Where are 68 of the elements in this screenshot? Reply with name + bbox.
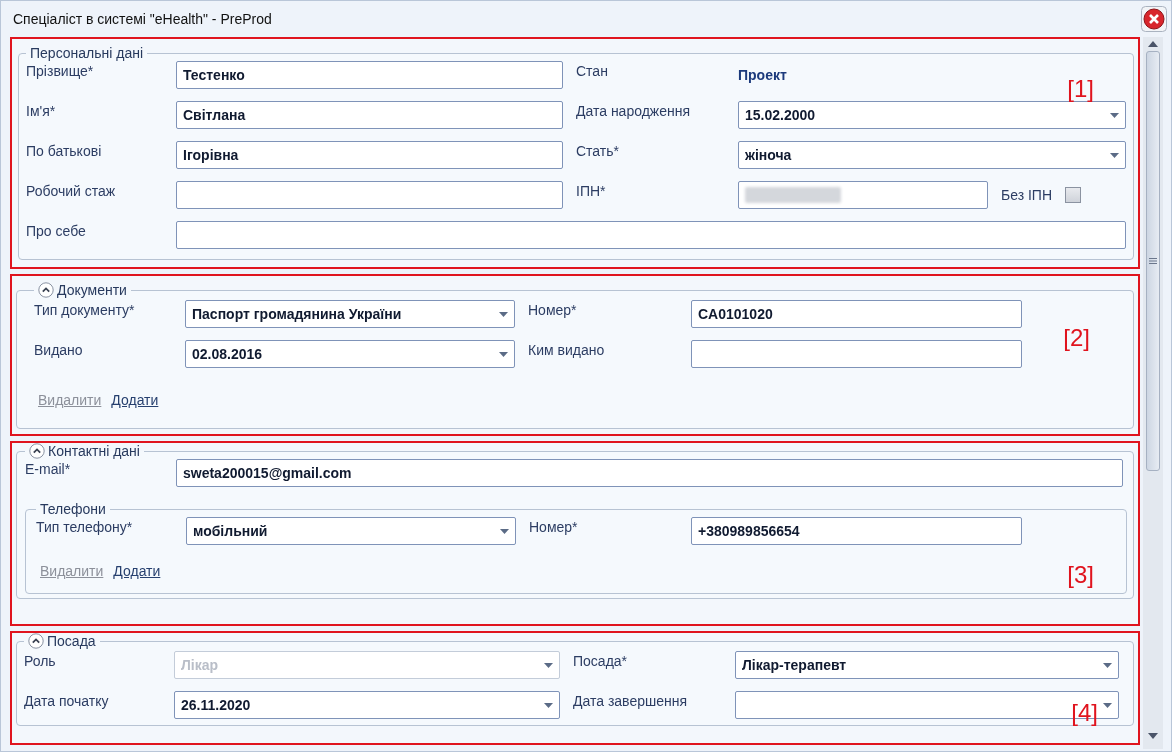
field-label: Прізвище* [26,62,95,79]
field-label: Ким видано [528,341,606,358]
checkbox[interactable] [1065,187,1082,203]
group-title: Контактні дані [48,443,140,459]
dropdown[interactable]: 26.11.2020 [174,691,560,719]
field-label: Номер* [528,301,578,318]
field-label: Стать* [576,142,620,159]
section-marker: [3] [1067,561,1094,589]
field-label: Номер* [529,518,579,535]
collapse-icon[interactable] [29,443,45,459]
scroll-up-icon[interactable] [1148,41,1158,47]
dropdown[interactable]: жіноча [738,141,1126,169]
text-field[interactable]: +380989856654 [691,517,1022,545]
field-label: Дата завершення [573,692,688,709]
field-label: Посада* [573,652,629,669]
field-label: По батькові [26,142,103,159]
field-label: Видано [34,341,84,358]
field-label: Дата народження [576,102,692,119]
dropdown[interactable]: Паспорт громадянина України [185,300,515,328]
action-link[interactable]: Додати [111,392,159,408]
caret-icon [544,663,553,668]
caret-icon [1103,703,1112,708]
scroll-thumb[interactable] [1146,51,1160,471]
group-title: Телефони [40,501,106,517]
field-label: Роль [24,652,57,669]
group-title: Персональні дані [30,45,144,61]
dropdown[interactable]: Лікар-терапевт [735,651,1119,679]
collapse-icon[interactable] [38,282,54,298]
text-field[interactable] [691,340,1022,368]
text-field[interactable] [176,221,1126,249]
text-field[interactable]: Тестенко [176,61,563,89]
text-field[interactable]: sweta200015@gmail.com [176,459,1123,487]
section-marker: [4] [1071,699,1098,727]
field-label: Ім'я* [26,102,57,119]
text-field[interactable]: CA0101020 [691,300,1022,328]
caret-icon [1110,153,1119,158]
field-label: Про себе [26,222,87,239]
field-label: Дата початку [24,692,110,709]
caret-icon [1103,663,1112,668]
dropdown[interactable]: 15.02.2000 [738,101,1126,129]
section-marker: [1] [1067,75,1094,103]
field-label: Робочий стаж [26,182,117,199]
text-field[interactable] [176,181,563,209]
window-title: Спеціаліст в системі "eHealth" - PreProd [13,11,272,27]
collapse-icon[interactable] [28,633,44,649]
field-label: Тип телефону* [36,518,134,535]
status-value: Проект [738,67,788,83]
caret-icon [499,352,508,357]
text-field[interactable]: Ігорівна [176,141,563,169]
caret-icon [1110,113,1119,118]
group-title: Документи [57,282,127,298]
checkbox-label: Без ІПН [1001,187,1053,203]
dropdown[interactable]: мобільний [186,517,516,545]
text-field[interactable] [738,181,988,209]
dropdown[interactable]: 02.08.2016 [185,340,515,368]
field-label: Тип документу* [34,301,136,318]
group-title: Посада [47,633,96,649]
caret-icon [544,703,553,708]
field-label: Стан [576,62,609,79]
close-icon[interactable] [1141,6,1167,32]
caret-icon [499,312,508,317]
field-label: ІПН* [576,182,607,199]
action-link[interactable]: Додати [113,563,161,579]
section-marker: [2] [1063,324,1090,352]
caret-icon [500,529,509,534]
text-field[interactable]: Світлана [176,101,563,129]
field-label: E-mail* [25,460,72,477]
scroll-down-icon[interactable] [1148,733,1158,739]
